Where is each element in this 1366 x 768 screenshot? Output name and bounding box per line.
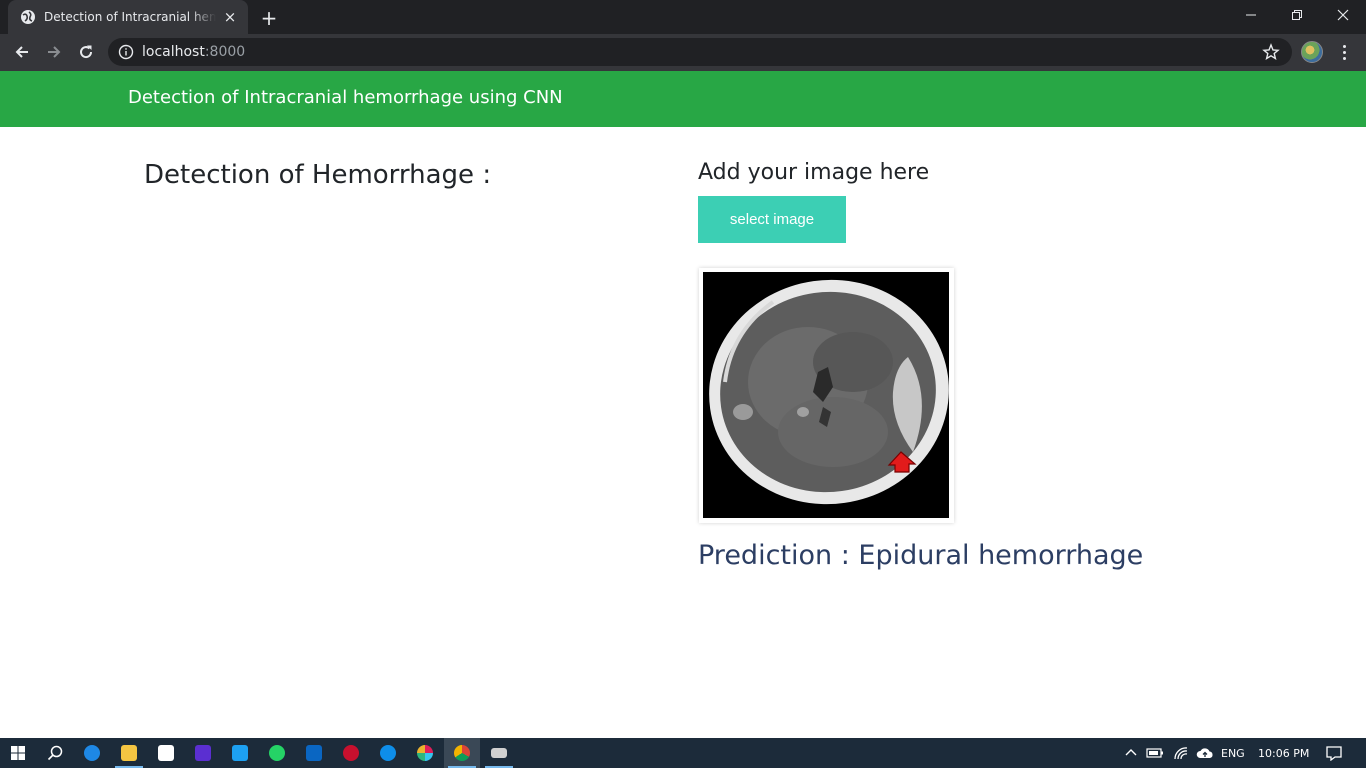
tab-title: Detection of Intracranial hemorrhage usi…	[44, 10, 216, 24]
taskbar-whatsapp[interactable]	[259, 738, 295, 768]
taskbar-store[interactable]	[148, 738, 184, 768]
taskbar-mcafee[interactable]	[333, 738, 369, 768]
close-window-button[interactable]	[1320, 0, 1366, 30]
globe-icon	[21, 10, 35, 24]
onedrive-indicator[interactable]	[1196, 738, 1214, 768]
app-brand[interactable]: Detection of Intracranial hemorrhage usi…	[128, 87, 563, 108]
show-hidden-icons[interactable]	[1124, 738, 1138, 768]
url-port: :8000	[204, 44, 246, 60]
taskbar-amazon-music[interactable]	[185, 738, 221, 768]
reload-button[interactable]	[72, 38, 100, 66]
cloud-upload-icon	[1196, 748, 1213, 758]
forward-button[interactable]	[40, 38, 68, 66]
chevron-up-icon	[1125, 749, 1137, 756]
profile-avatar[interactable]	[1301, 41, 1323, 63]
store-icon	[158, 745, 174, 761]
language-indicator[interactable]: ENG	[1221, 738, 1245, 768]
minimize-icon	[1246, 14, 1256, 16]
page-title: Detection of Hemorrhage :	[144, 160, 492, 190]
battery-indicator[interactable]	[1146, 738, 1164, 768]
taskbar-edge[interactable]	[74, 738, 110, 768]
action-center-button[interactable]	[1325, 738, 1343, 768]
prediction-result: Prediction : Epidural hemorrhage	[698, 540, 1144, 571]
menu-dot-icon	[1342, 44, 1346, 48]
ct-scan-image	[703, 272, 949, 518]
reload-icon	[80, 45, 93, 59]
close-tab-icon[interactable]: ×	[222, 9, 238, 25]
upload-heading: Add your image here	[698, 160, 930, 185]
linkedin-icon	[306, 745, 322, 761]
os-taskbar: ENG 10:06 PM	[0, 738, 1366, 768]
mcafee-icon	[343, 745, 359, 761]
chrome-icon	[454, 745, 470, 761]
clock[interactable]: 10:06 PM	[1258, 738, 1309, 768]
address-bar[interactable]: localhost :8000	[108, 38, 1292, 66]
select-image-button[interactable]: select image	[698, 196, 846, 243]
url-host: localhost	[142, 44, 205, 60]
whatsapp-icon	[269, 745, 285, 761]
teamviewer-icon	[380, 745, 396, 761]
new-tab-button[interactable]: +	[258, 7, 280, 29]
taskbar-app[interactable]	[481, 738, 517, 768]
restore-icon	[1292, 10, 1302, 20]
close-icon	[1337, 9, 1349, 21]
taskbar-slack[interactable]	[407, 738, 443, 768]
app-header: Detection of Intracranial hemorrhage usi…	[0, 71, 1366, 127]
taskbar-twitter[interactable]	[222, 738, 258, 768]
search-button[interactable]	[37, 738, 73, 768]
browser-tab[interactable]: Detection of Intracranial hemorrhage usi…	[8, 0, 248, 34]
arrow-right-icon	[48, 46, 61, 58]
menu-dot-icon	[1342, 50, 1346, 54]
amazon-music-icon	[195, 745, 211, 761]
window-icon	[491, 748, 507, 758]
taskbar-chrome[interactable]	[444, 738, 480, 768]
edge-icon	[84, 745, 100, 761]
network-indicator[interactable]	[1173, 738, 1189, 768]
menu-dot-icon	[1342, 56, 1346, 60]
bookmark-star-icon[interactable]	[1262, 43, 1280, 61]
start-button[interactable]	[0, 738, 36, 768]
wifi-icon	[1174, 747, 1188, 760]
minimize-button[interactable]	[1228, 0, 1274, 30]
slack-icon	[417, 745, 433, 761]
arrow-left-icon	[15, 46, 28, 58]
image-preview	[699, 268, 954, 523]
twitter-icon	[232, 745, 248, 761]
folder-icon	[121, 745, 137, 761]
browser-tab-strip: Detection of Intracranial hemorrhage usi…	[0, 0, 1366, 34]
taskbar-teamviewer[interactable]	[370, 738, 406, 768]
taskbar-linkedin[interactable]	[296, 738, 332, 768]
back-button[interactable]	[8, 38, 36, 66]
taskbar-file-explorer[interactable]	[111, 738, 147, 768]
windows-logo-icon	[11, 746, 25, 760]
info-icon[interactable]	[118, 44, 134, 60]
browser-toolbar: localhost :8000	[0, 34, 1366, 71]
search-icon	[47, 745, 63, 761]
notification-icon	[1326, 746, 1342, 761]
browser-menu-button[interactable]	[1336, 40, 1352, 64]
battery-icon	[1146, 748, 1163, 758]
restore-button[interactable]	[1274, 0, 1320, 30]
